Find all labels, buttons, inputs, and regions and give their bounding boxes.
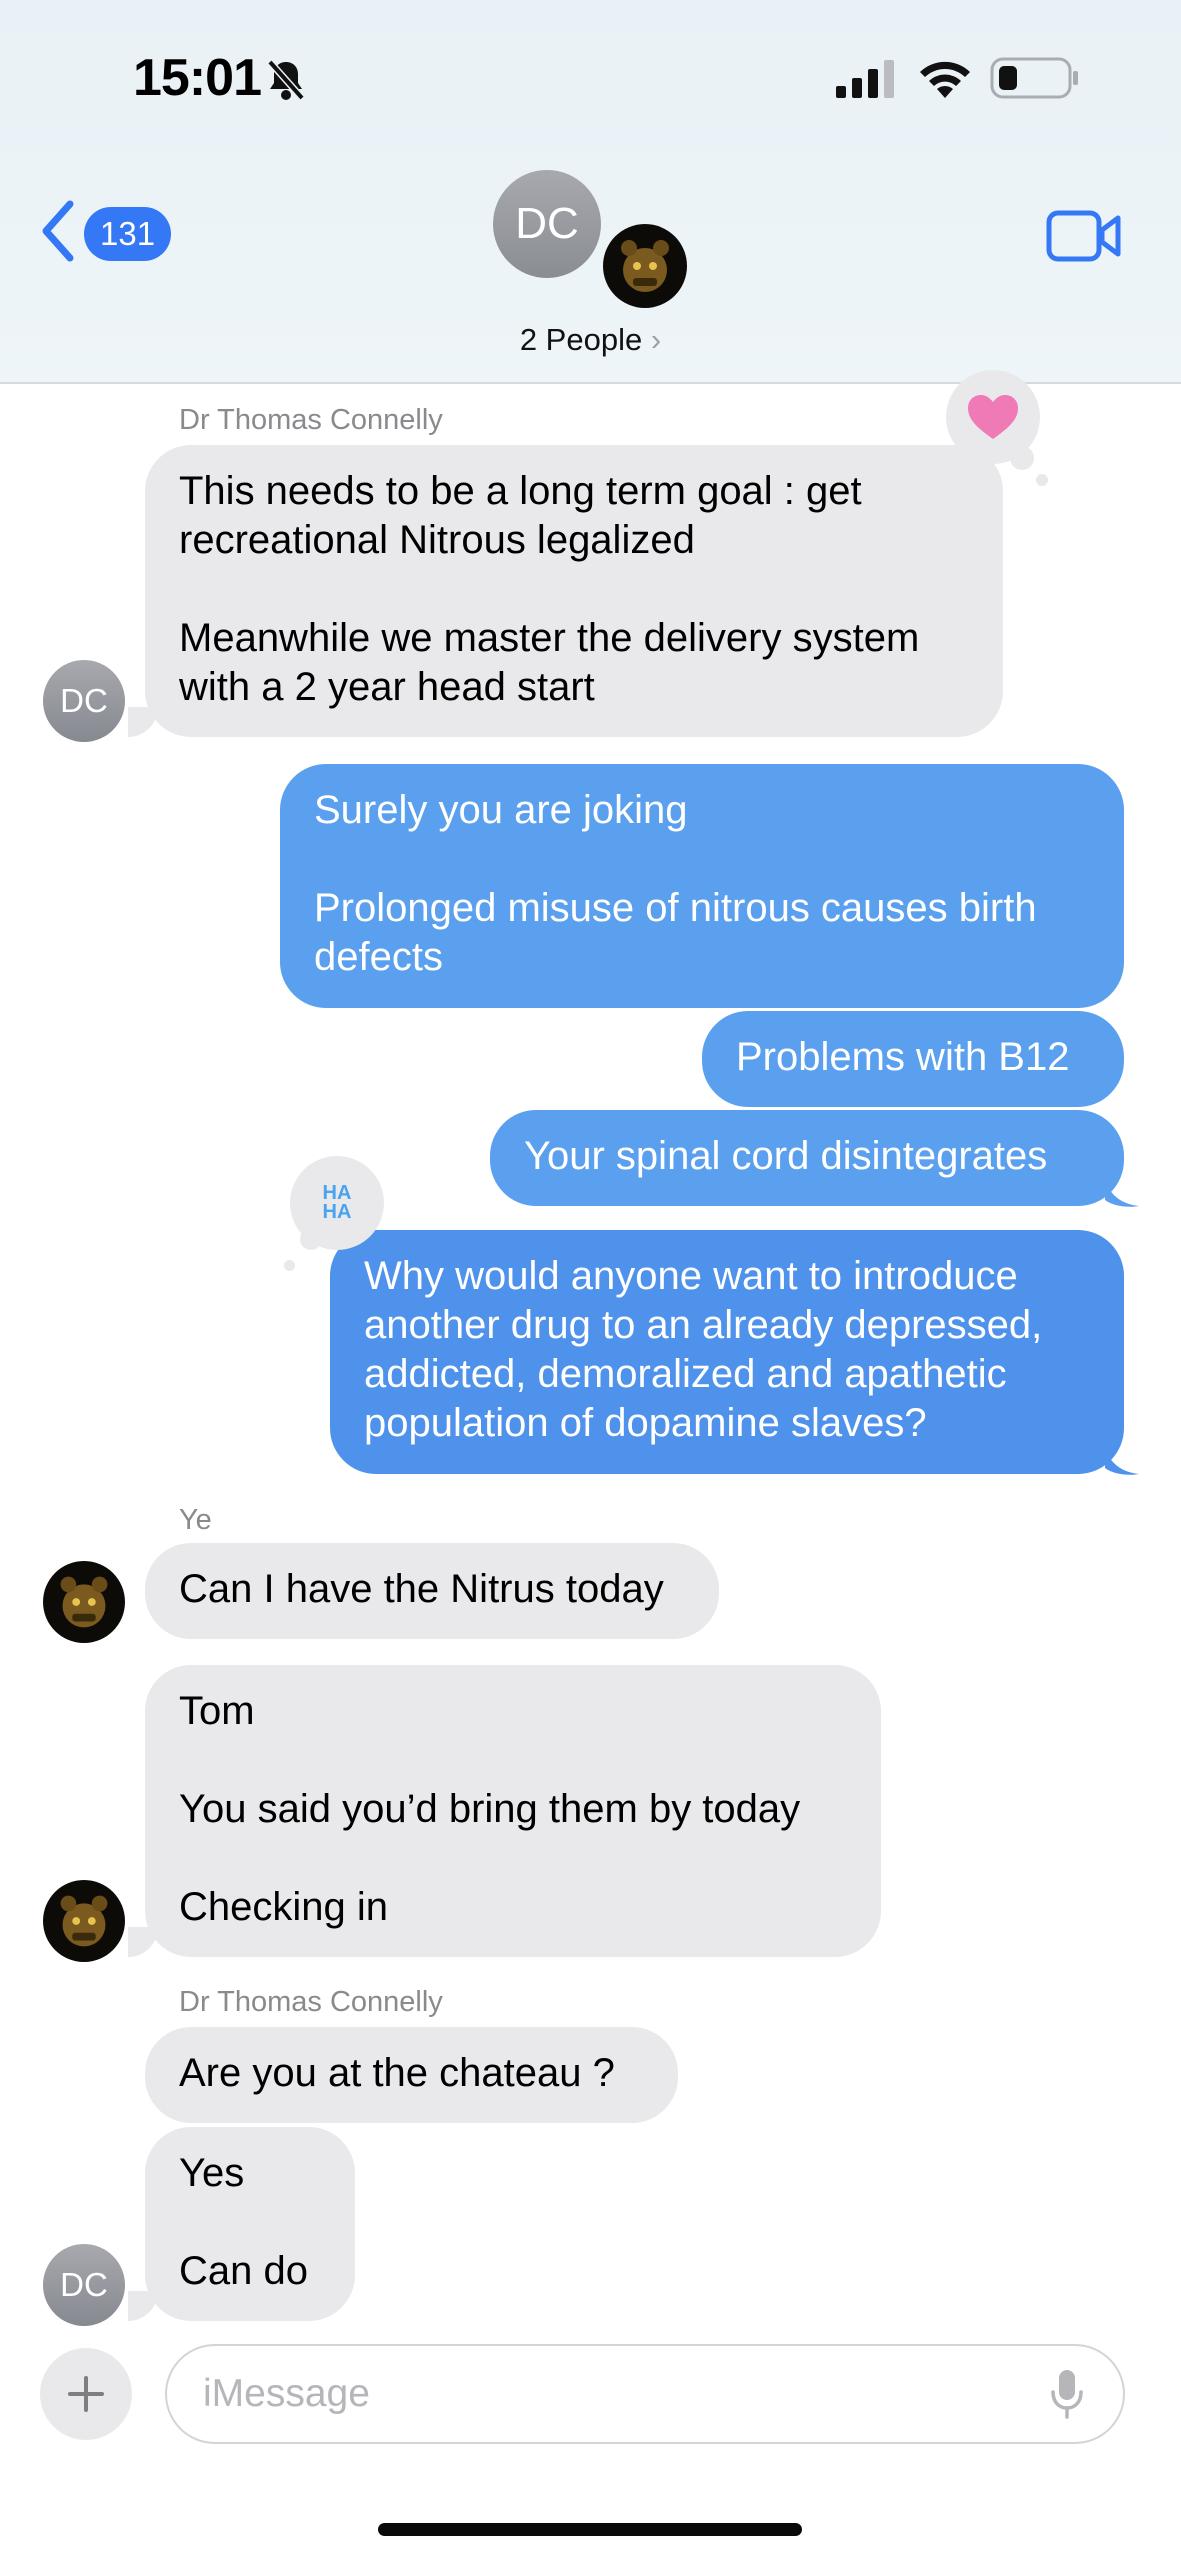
heart-tapback-icon[interactable] [946, 370, 1040, 464]
tapback-dot [1036, 474, 1048, 486]
video-camera-icon[interactable] [1046, 210, 1122, 267]
message-bubble-incoming[interactable]: This needs to be a long term goal : get … [145, 445, 1003, 737]
sender-name: Dr Thomas Connelly [179, 404, 443, 436]
avatar[interactable]: DC [43, 660, 125, 742]
avatar[interactable] [43, 1880, 125, 1962]
message-bubble-outgoing[interactable]: Surely you are joking Prolonged misuse o… [280, 764, 1124, 1008]
bubble-tail [1105, 1176, 1139, 1207]
back-button[interactable]: 131 [38, 200, 172, 267]
plus-icon [68, 2376, 104, 2412]
bubble-tail [1105, 1444, 1139, 1475]
message-bubble-incoming[interactable]: Are you at the chateau ? [145, 2027, 678, 2123]
bubble-tail [128, 707, 158, 737]
message-input[interactable]: iMessage [165, 2344, 1125, 2444]
apps-plus-button[interactable] [40, 2348, 132, 2440]
microphone-icon[interactable] [1049, 2368, 1085, 2425]
tapback-dot [284, 1260, 295, 1271]
bell-slash-icon [266, 58, 306, 107]
group-people-label[interactable]: 2 People › [0, 322, 1181, 358]
bubble-tail [128, 2291, 158, 2321]
message-bubble-incoming[interactable]: Tom You said you’d bring them by today C… [145, 1665, 881, 1957]
message-bubble-outgoing[interactable]: Your spinal cord disintegrates [490, 1110, 1124, 1206]
group-avatar-ye[interactable] [603, 224, 687, 308]
message-input-placeholder: iMessage [203, 2372, 370, 2415]
bubble-tail [128, 1927, 158, 1957]
wifi-icon [918, 56, 972, 103]
conversation-header: 15:01 131 DC 2 People › [0, 0, 1181, 384]
signal-icon [836, 58, 896, 103]
group-avatar-dc[interactable]: DC [493, 170, 601, 278]
avatar[interactable] [43, 1561, 125, 1643]
message-bubble-incoming[interactable]: Can I have the Nitrus today [145, 1543, 719, 1639]
sender-name: Dr Thomas Connelly [179, 1986, 443, 2018]
people-count-text: 2 People [519, 322, 643, 357]
avatar[interactable]: DC [43, 2244, 125, 2326]
battery-icon [990, 57, 1080, 104]
chevron-right-icon: › [650, 322, 662, 357]
haha-tapback-icon[interactable]: HA HA [290, 1156, 384, 1250]
unread-count-badge: 131 [84, 206, 172, 261]
sender-name: Ye [179, 1504, 212, 1536]
chevron-left-icon [38, 200, 78, 267]
message-bubble-outgoing[interactable]: Why would anyone want to introduce anoth… [330, 1230, 1124, 1474]
status-time: 15:01 [133, 49, 262, 107]
message-bubble-incoming[interactable]: Yes Can do [145, 2127, 355, 2321]
haha-tapback-text: HA HA [322, 1182, 352, 1223]
home-indicator[interactable] [378, 2523, 802, 2536]
message-bubble-outgoing[interactable]: Problems with B12 [702, 1011, 1124, 1107]
